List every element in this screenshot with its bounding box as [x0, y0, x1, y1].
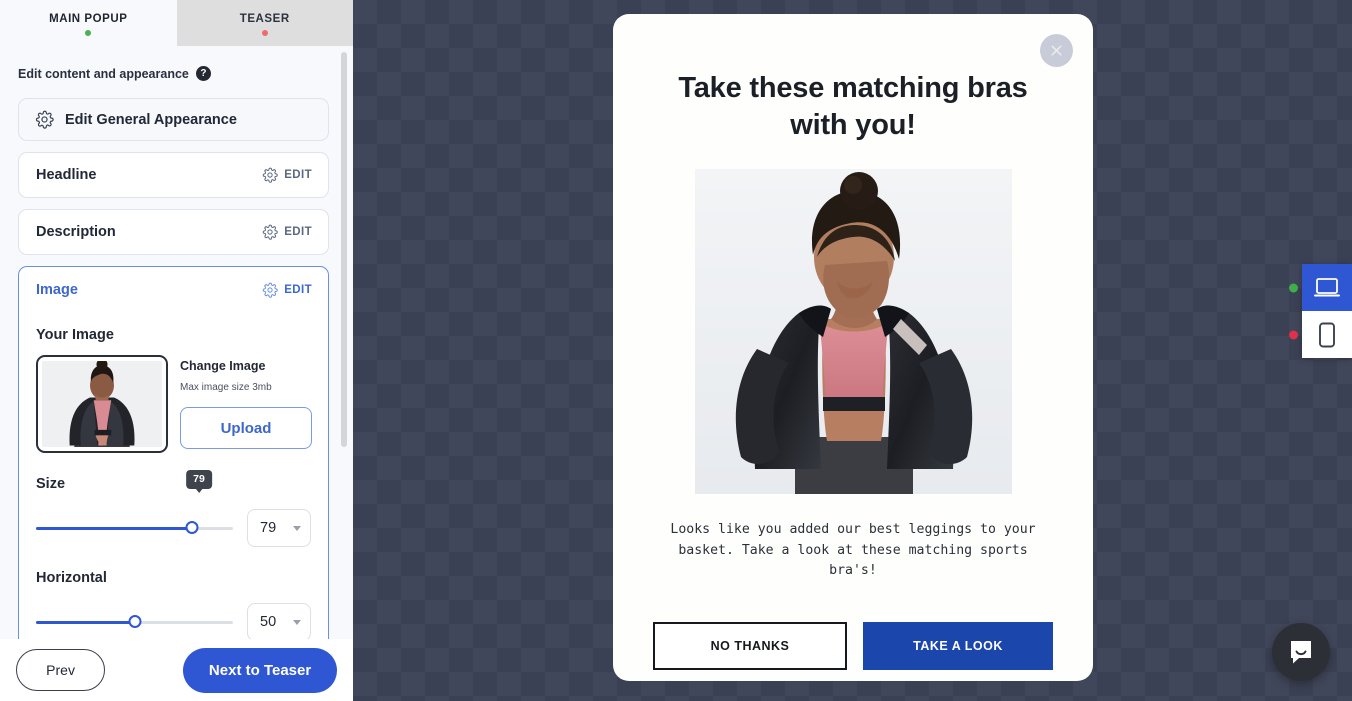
tab-teaser-label: TEASER: [239, 12, 290, 25]
popup-preview: Take these matching bras with you! Looks…: [613, 14, 1093, 681]
size-label: Size: [36, 476, 66, 492]
popup-cta-group: NO THANKS TAKE A LOOK: [653, 622, 1053, 671]
horizontal-control-row: 50: [36, 603, 312, 639]
desktop-status-dot: [1289, 283, 1298, 292]
image-upload-row: Change Image Max image size 3mb Upload: [36, 355, 312, 453]
chevron-down-icon: [293, 525, 301, 531]
max-image-size-note: Max image size 3mb: [180, 382, 272, 393]
device-switcher: [1289, 264, 1352, 358]
size-slider-knob[interactable]: [185, 521, 199, 534]
mobile-icon: [1319, 322, 1335, 347]
close-icon-glyph: [1051, 45, 1062, 56]
accordion-item-description-label: Description: [36, 224, 116, 240]
chevron-down-icon: [293, 619, 301, 625]
edit-description-label: EDIT: [284, 226, 312, 238]
popup-description: Looks like you added our best leggings t…: [670, 521, 1036, 579]
editor-scrollbar[interactable]: [341, 52, 347, 639]
size-control-head: Size 79: [36, 470, 312, 495]
accordion-item-headline[interactable]: Headline EDIT: [18, 152, 329, 198]
chat-bubble-icon: [1291, 641, 1311, 664]
gear-icon: [35, 110, 54, 129]
gear-icon: [262, 224, 278, 240]
page-title: Edit content and appearance: [18, 66, 189, 81]
chat-launcher-button[interactable]: [1272, 623, 1330, 681]
accordion-item-headline-label: Headline: [36, 167, 97, 183]
prev-button[interactable]: Prev: [16, 649, 106, 691]
editor-panel: MAIN POPUP TEASER Edit content and appea…: [0, 0, 353, 701]
popup-headline: Take these matching bras with you!: [678, 72, 1028, 141]
model-photo-thumbnail: [42, 361, 162, 447]
horizontal-select[interactable]: 50: [247, 603, 311, 639]
app-root: MAIN POPUP TEASER Edit content and appea…: [0, 0, 1352, 701]
edit-image-button[interactable]: EDIT: [262, 282, 312, 298]
size-value-bubble: 79: [186, 470, 212, 489]
edit-headline-label: EDIT: [284, 169, 312, 181]
horizontal-slider-fill: [36, 621, 135, 624]
image-thumbnail-preview: [42, 361, 162, 447]
editor-scrollbar-thumb[interactable]: [341, 52, 347, 447]
size-slider[interactable]: [36, 521, 233, 535]
question-mark-icon[interactable]: ?: [195, 66, 211, 81]
horizontal-control: Horizontal 50: [36, 569, 312, 639]
mobile-status-dot: [1289, 330, 1298, 339]
horizontal-select-value: 50: [260, 614, 277, 630]
tab-teaser[interactable]: TEASER: [176, 0, 353, 46]
edit-general-appearance-label: Edit General Appearance: [65, 111, 237, 128]
accordion-item-image: Image EDIT Your Image Change Image Max i…: [18, 266, 329, 639]
image-thumbnail[interactable]: [36, 355, 168, 453]
device-toggle-desktop[interactable]: [1289, 264, 1352, 311]
horizontal-control-head: Horizontal: [36, 569, 312, 589]
size-control: Size 79 79: [36, 470, 312, 547]
editor-tabs: MAIN POPUP TEASER: [0, 0, 353, 46]
edit-image-label: EDIT: [284, 284, 312, 296]
accordion-item-description[interactable]: Description EDIT: [18, 209, 329, 255]
size-select-value: 79: [260, 520, 277, 536]
image-meta: Change Image Max image size 3mb Upload: [180, 355, 312, 449]
section-header: Edit content and appearance ?: [18, 66, 329, 81]
preview-stage: Take these matching bras with you! Looks…: [353, 0, 1352, 701]
accordion-item-image-label: Image: [36, 282, 78, 298]
accordion-item-image-header[interactable]: Image EDIT: [19, 267, 328, 313]
your-image-label: Your Image: [36, 327, 114, 343]
size-control-row: 79: [36, 509, 312, 547]
desktop-icon: [1314, 277, 1340, 296]
horizontal-slider-knob[interactable]: [128, 615, 141, 628]
edit-headline-button[interactable]: EDIT: [262, 167, 312, 183]
device-toggle-mobile[interactable]: [1289, 311, 1352, 358]
editor-footer: Prev Next to Teaser: [0, 639, 353, 701]
size-select[interactable]: 79: [247, 509, 311, 547]
horizontal-label: Horizontal: [36, 570, 107, 586]
close-icon[interactable]: [1040, 34, 1073, 67]
gear-icon: [262, 282, 278, 298]
change-image-label: Change Image: [180, 359, 266, 373]
horizontal-slider[interactable]: [36, 615, 233, 629]
tab-main-popup[interactable]: MAIN POPUP: [0, 0, 177, 46]
gear-icon: [262, 167, 278, 183]
take-a-look-button[interactable]: TAKE A LOOK: [863, 622, 1053, 671]
model-photo: [694, 168, 1012, 494]
size-slider-fill: [36, 527, 192, 530]
no-thanks-button[interactable]: NO THANKS: [653, 622, 847, 671]
editor-scroll-area: Edit content and appearance ? Edit Gener…: [0, 46, 353, 639]
image-settings-panel: Your Image Change Image Max image size 3…: [19, 313, 328, 639]
tab-teaser-status-dot: [261, 29, 268, 36]
tab-main-popup-status-dot: [85, 29, 92, 36]
next-to-teaser-button[interactable]: Next to Teaser: [183, 647, 337, 693]
editor-content: Edit content and appearance ? Edit Gener…: [0, 46, 353, 639]
upload-button[interactable]: Upload: [180, 407, 312, 449]
edit-description-button[interactable]: EDIT: [262, 224, 312, 240]
edit-general-appearance-button[interactable]: Edit General Appearance: [18, 98, 329, 141]
tab-main-popup-label: MAIN POPUP: [49, 12, 128, 25]
popup-image: [694, 168, 1012, 494]
